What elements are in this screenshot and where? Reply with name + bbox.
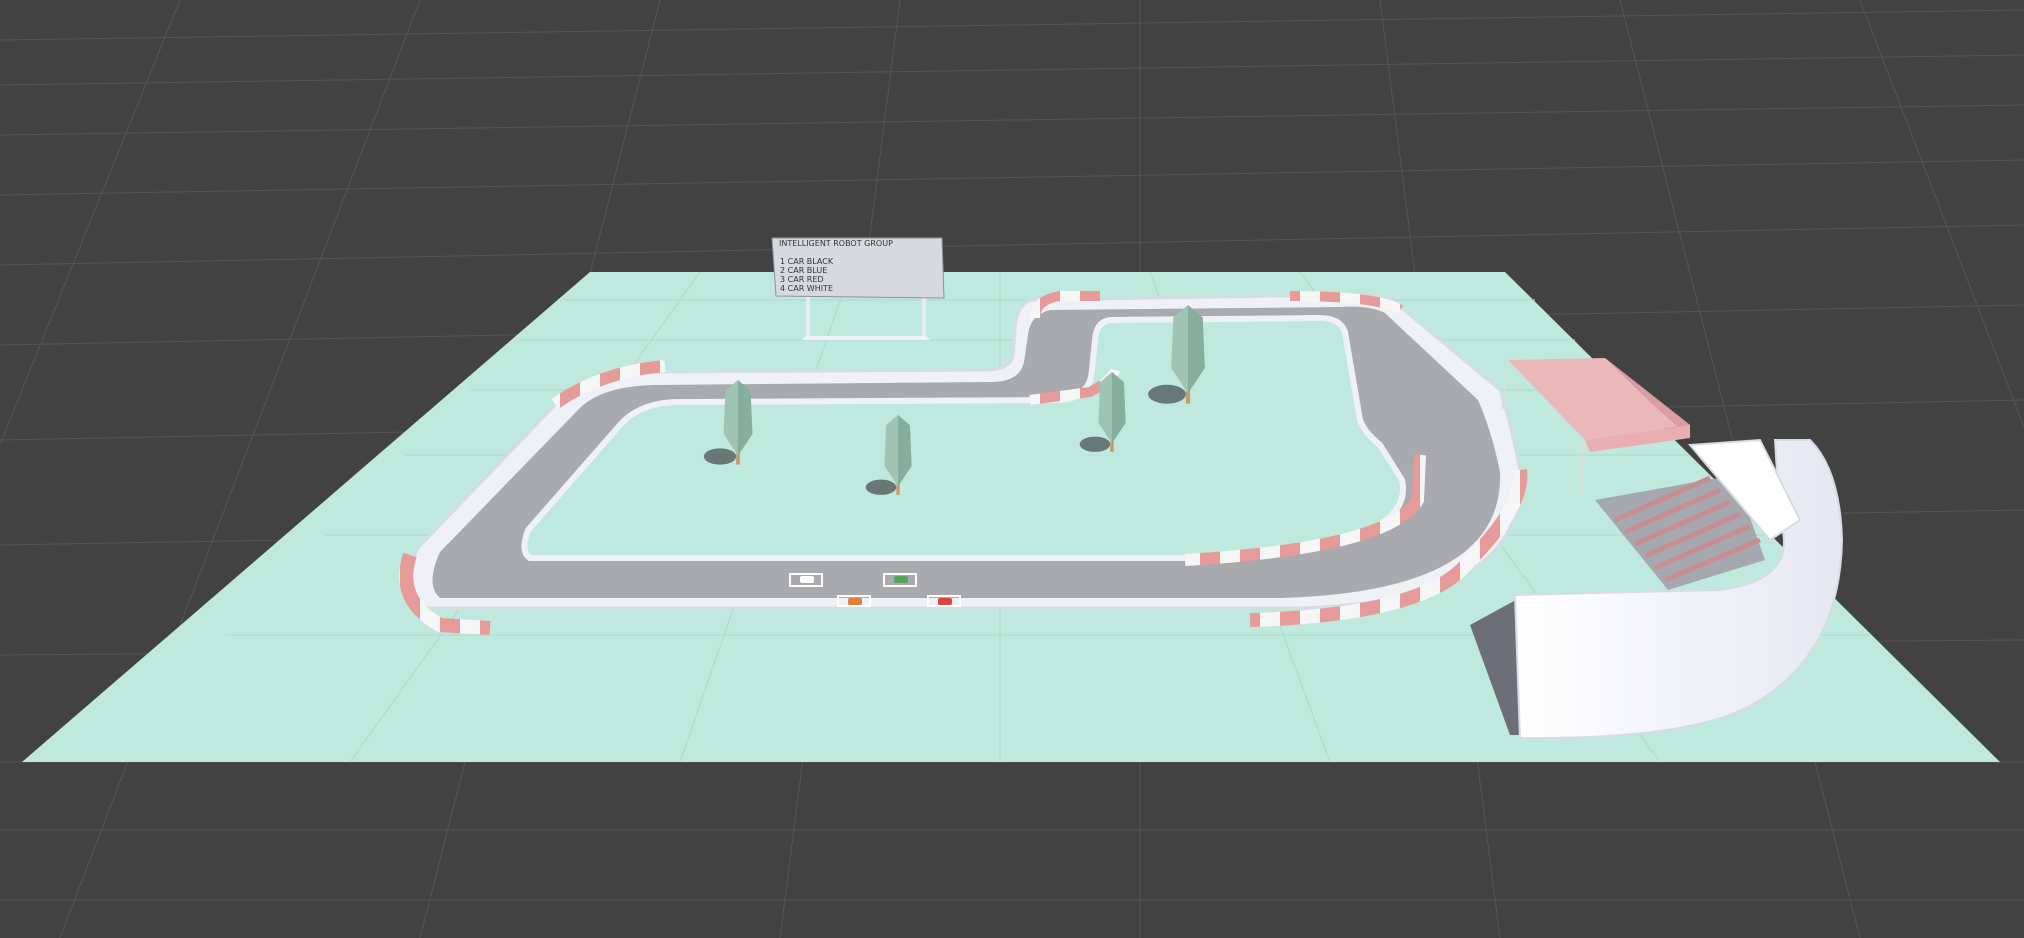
- scoreboard-leg: [922, 292, 926, 336]
- car-white[interactable]: [800, 576, 814, 583]
- scoreboard-line-3: 3 CAR RED: [780, 275, 824, 284]
- scoreboard-base: [802, 336, 930, 340]
- scoreboard-leg: [806, 292, 810, 336]
- car-red[interactable]: [938, 598, 952, 605]
- car-orange[interactable]: [848, 598, 862, 605]
- scoreboard-line-1: 1 CAR BLACK: [780, 257, 834, 266]
- scene-viewport[interactable]: INTELLIGENT ROBOT GROUP 1 CAR BLACK 2 CA…: [0, 0, 2024, 938]
- car-green[interactable]: [894, 576, 908, 583]
- scoreboard-title: INTELLIGENT ROBOT GROUP: [779, 239, 893, 248]
- scoreboard-line-2: 2 CAR BLUE: [780, 266, 827, 275]
- scoreboard-line-4: 4 CAR WHITE: [780, 284, 833, 293]
- scene-canvas[interactable]: INTELLIGENT ROBOT GROUP 1 CAR BLACK 2 CA…: [0, 0, 2024, 938]
